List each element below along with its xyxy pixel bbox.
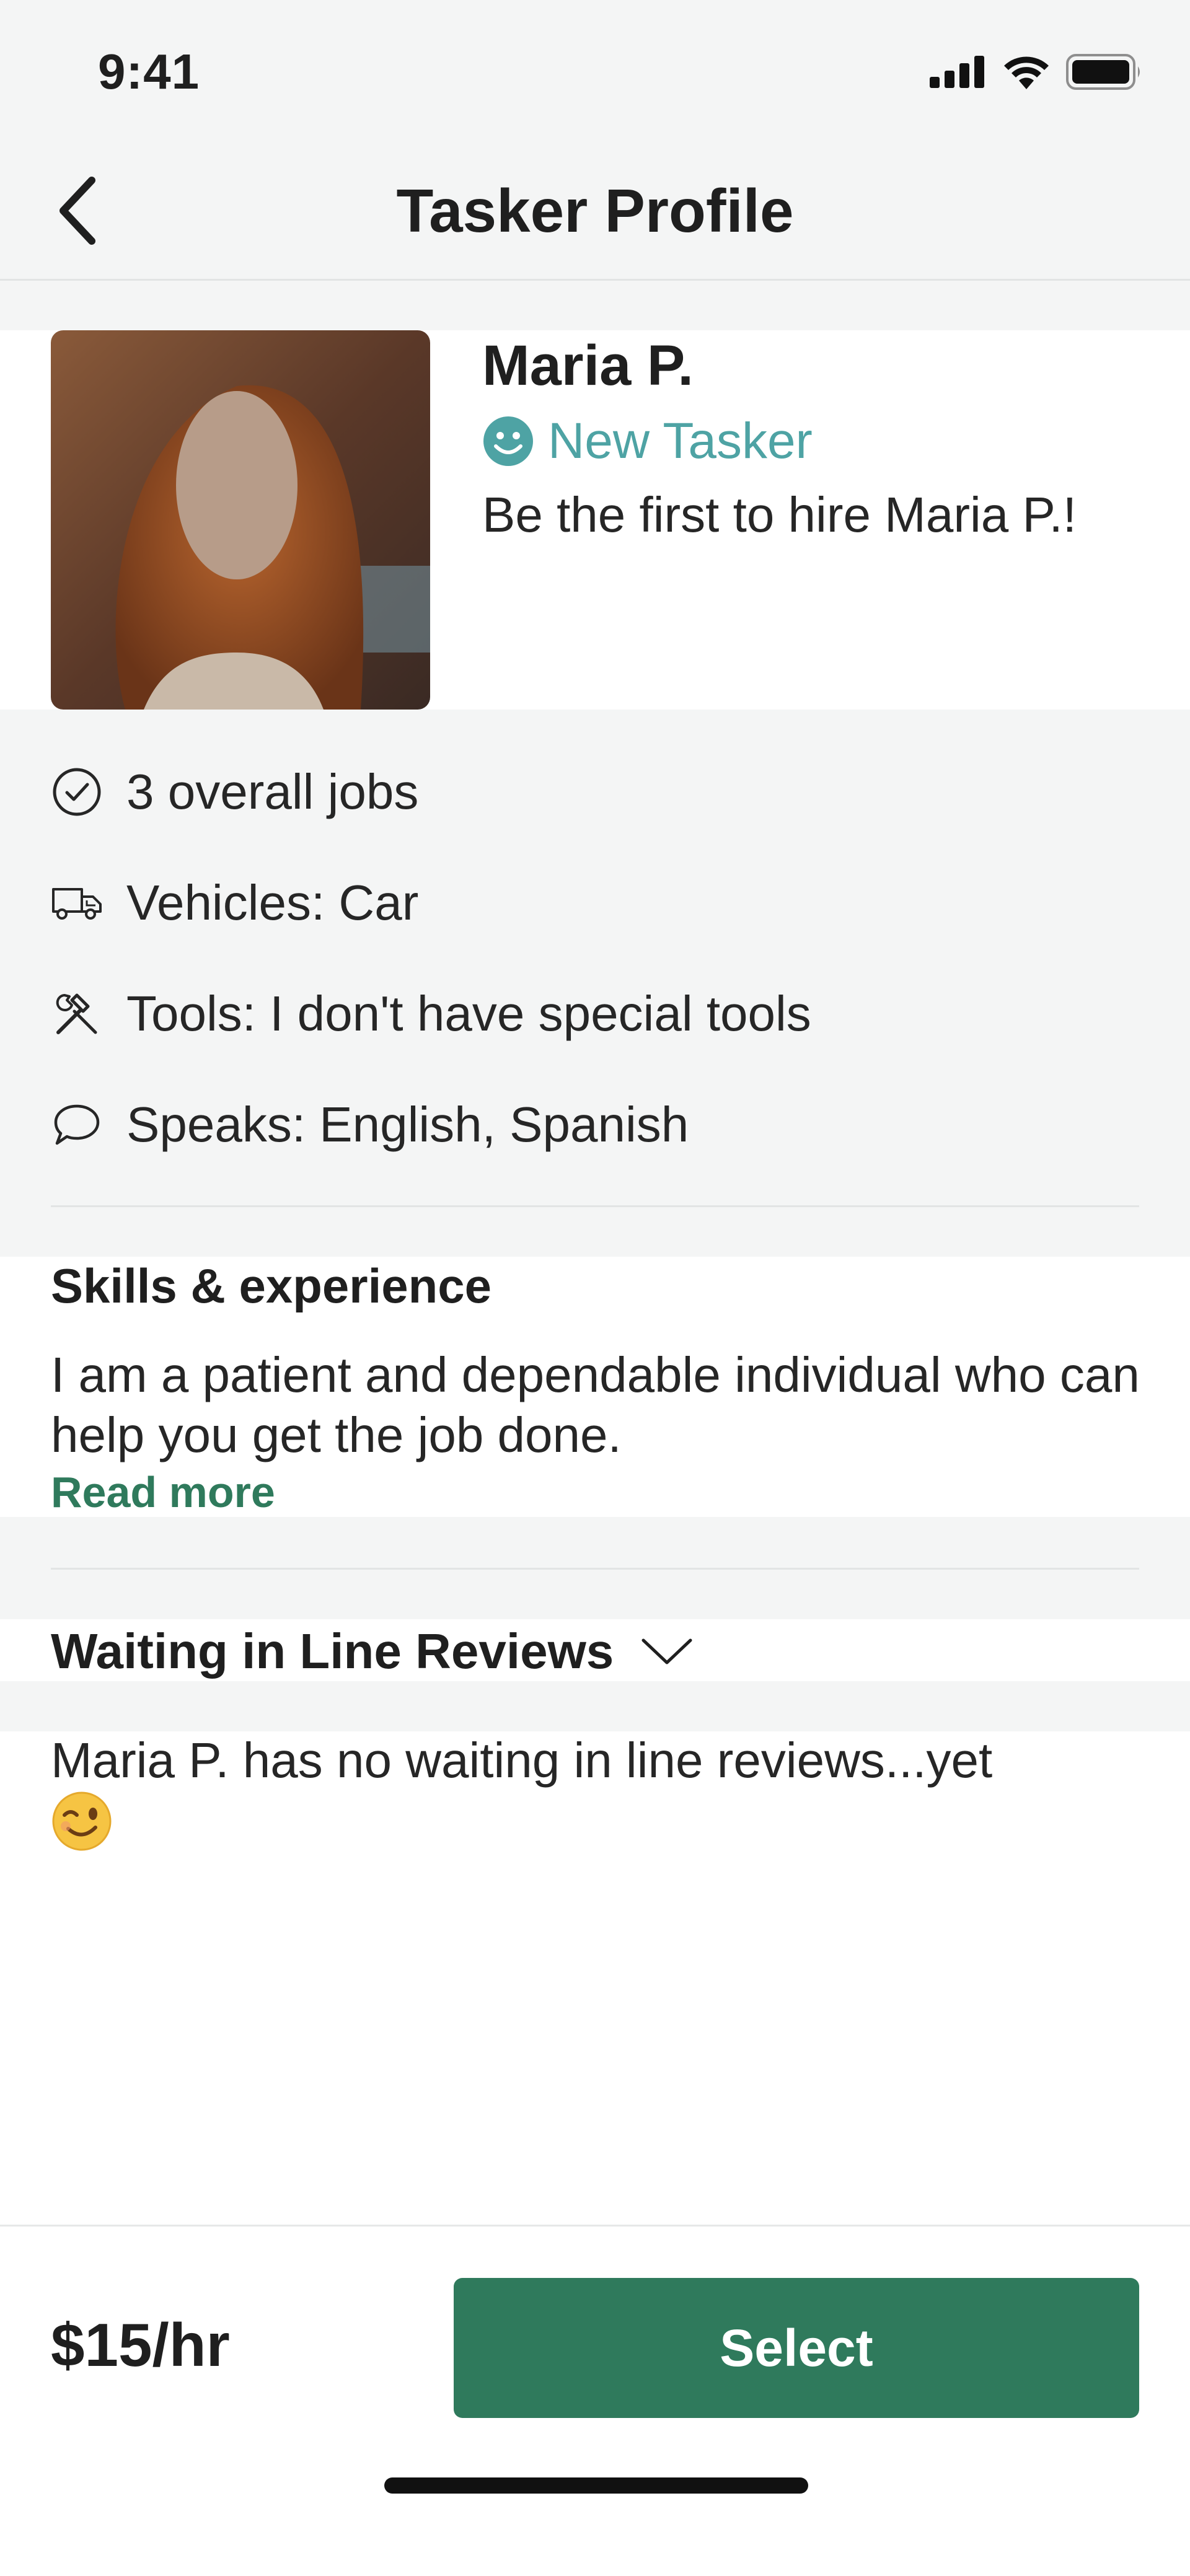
skills-description: I am a patient and dependable individual… xyxy=(51,1347,1140,1462)
status-time: 9:41 xyxy=(98,44,200,99)
wifi-icon xyxy=(1004,56,1049,89)
skills-heading: Skills & experience xyxy=(51,1259,492,1313)
reviews-empty-message: Maria P. has no waiting in line reviews.… xyxy=(51,1732,1166,1864)
fact-overall-jobs: 3 overall jobs xyxy=(51,761,418,823)
fact-tools: Tools: I don't have special tools xyxy=(51,983,811,1045)
new-tasker-badge: New Tasker xyxy=(482,412,813,470)
home-indicator xyxy=(384,2477,808,2494)
hire-prompt: Be the first to hire Maria P.! xyxy=(482,487,1077,542)
facts-divider xyxy=(51,1205,1139,1207)
hourly-rate: $15/hr xyxy=(51,2311,230,2379)
winking-face-icon xyxy=(52,1791,112,1851)
cellular-signal-icon xyxy=(930,56,984,88)
read-more-link[interactable]: Read more xyxy=(51,1467,275,1517)
footer-divider xyxy=(0,2225,1190,2227)
fact-languages: Speaks: English, Spanish xyxy=(51,1094,689,1156)
fact-text: Tools: I don't have special tools xyxy=(126,986,811,1041)
fact-text: Speaks: English, Spanish xyxy=(126,1097,689,1152)
reviews-heading: Waiting in Line Reviews xyxy=(51,1624,614,1679)
speech-bubble-icon xyxy=(51,1099,103,1151)
battery-icon xyxy=(1066,54,1140,90)
tasker-name: Maria P. xyxy=(482,334,694,397)
reviews-empty-text: Maria P. has no waiting in line reviews.… xyxy=(51,1733,993,1788)
page-title: Tasker Profile xyxy=(396,177,794,245)
new-tasker-label: New Tasker xyxy=(548,413,813,469)
truck-icon xyxy=(51,877,103,929)
chevron-down-icon xyxy=(641,1638,692,1664)
fact-text: 3 overall jobs xyxy=(126,764,419,819)
fact-text: Vehicles: Car xyxy=(126,875,419,930)
avatar xyxy=(51,330,430,710)
status-icons xyxy=(930,53,1143,90)
select-button[interactable]: Select xyxy=(454,2278,1139,2418)
profile-photo xyxy=(51,330,430,710)
tools-icon xyxy=(51,988,103,1040)
smiley-icon xyxy=(483,416,533,466)
reviews-section-toggle[interactable]: Waiting in Line Reviews xyxy=(51,1614,693,1689)
fact-vehicles: Vehicles: Car xyxy=(51,872,418,934)
skills-divider xyxy=(51,1568,1139,1570)
check-circle-icon xyxy=(51,766,103,818)
